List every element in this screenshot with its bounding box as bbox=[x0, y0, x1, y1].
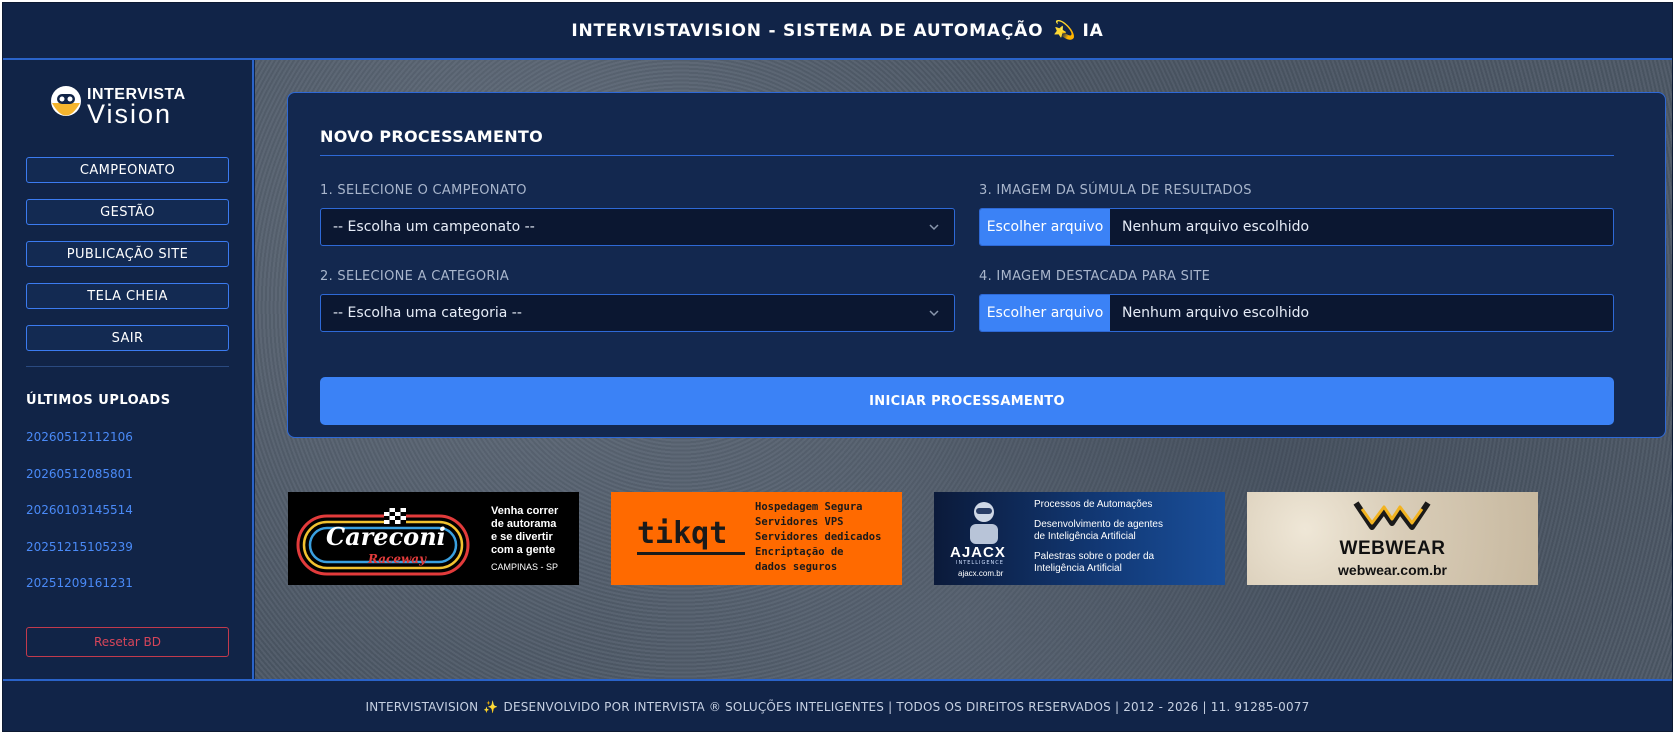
form-divider bbox=[320, 155, 1614, 156]
form-title: NOVO PROCESSAMENTO bbox=[320, 127, 544, 146]
webwear-logo-icon bbox=[1353, 501, 1431, 530]
ajacx-line: Palestras sobre o poder da bbox=[1034, 550, 1155, 562]
sidebar-divider bbox=[26, 366, 229, 367]
webwear-banner[interactable]: WEBWEAR webwear.com.br bbox=[1247, 492, 1538, 585]
featured-image-file-input[interactable]: Escolher arquivo Nenhum arquivo escolhid… bbox=[979, 294, 1614, 332]
careconi-text-line: de autorama bbox=[491, 518, 557, 530]
tikqt-line: Hospedagem Segura bbox=[755, 501, 863, 513]
footer-brand: INTERVISTAVISION bbox=[365, 700, 479, 714]
careconi-sub: Raceway bbox=[368, 552, 427, 566]
featured-image-label: 4. IMAGEM DESTACADA PARA SITE bbox=[979, 269, 1211, 284]
tikqt-logo: tikqt bbox=[637, 516, 728, 551]
sidebar: INTERVISTA Vision CAMPEONATO GESTÃO PUBL… bbox=[3, 60, 254, 679]
uploads-title: ÚLTIMOS UPLOADS bbox=[26, 393, 171, 408]
tikqt-line: dados seguros bbox=[755, 561, 838, 573]
file-name-text: Nenhum arquivo escolhido bbox=[1122, 219, 1310, 235]
upload-link[interactable]: 20251215105239 bbox=[26, 540, 133, 554]
top-header: INTERVISTAVISION - SISTEMA DE AUTOMAÇÃO … bbox=[3, 3, 1672, 60]
category-select[interactable]: -- Escolha uma categoria -- bbox=[320, 294, 955, 332]
app-title: INTERVISTAVISION - SISTEMA DE AUTOMAÇÃO bbox=[571, 20, 1044, 41]
robot-icon bbox=[970, 502, 998, 544]
choose-file-button[interactable]: Escolher arquivo bbox=[980, 295, 1110, 331]
main-content: NOVO PROCESSAMENTO 1. SELECIONE O CAMPEO… bbox=[255, 60, 1672, 679]
ajacx-site: ajacx.com.br bbox=[958, 569, 1004, 578]
footer-text: DESENVOLVIDO POR INTERVISTA ® SOLUÇÕES I… bbox=[503, 700, 1310, 714]
dizzy-icon: 💫 bbox=[1053, 20, 1077, 41]
nav-publicacao-site-button[interactable]: PUBLICAÇÃO SITE bbox=[26, 241, 229, 267]
championship-select-value: -- Escolha um campeonato -- bbox=[333, 219, 535, 235]
start-processing-button[interactable]: INICIAR PROCESSAMENTO bbox=[320, 377, 1614, 425]
choose-file-button[interactable]: Escolher arquivo bbox=[980, 209, 1110, 245]
nav-sair-button[interactable]: SAIR bbox=[26, 325, 229, 351]
app-title-suffix: IA bbox=[1082, 20, 1104, 41]
webwear-name: WEBWEAR bbox=[1339, 538, 1446, 559]
tikqt-underline bbox=[637, 552, 745, 555]
logo: INTERVISTA Vision bbox=[49, 86, 209, 129]
sparkles-icon: ✨ bbox=[483, 700, 499, 714]
tikqt-line: Servidores VPS bbox=[755, 516, 844, 528]
category-select-value: -- Escolha uma categoria -- bbox=[333, 305, 522, 321]
webwear-site: webwear.com.br bbox=[1338, 562, 1447, 578]
tikqt-line: Encriptação de bbox=[755, 546, 844, 558]
careconi-banner[interactable]: Careconi Raceway Venha correr de autoram… bbox=[288, 492, 579, 585]
ajacx-line: Inteligência Artificial bbox=[1034, 563, 1122, 574]
upload-link[interactable]: 20260103145514 bbox=[26, 503, 133, 517]
careconi-text-line: Venha correr bbox=[491, 505, 559, 517]
app-window: INTERVISTAVISION - SISTEMA DE AUTOMAÇÃO … bbox=[2, 2, 1673, 732]
ajacx-sub: INTELLIGENCE bbox=[956, 560, 1004, 566]
reset-db-button[interactable]: Resetar BD bbox=[26, 627, 229, 657]
careconi-text-line: com a gente bbox=[491, 544, 556, 556]
ajacx-line: de Inteligência Artificial bbox=[1034, 531, 1136, 542]
ajacx-line: Desenvolvimento de agentes bbox=[1034, 518, 1163, 530]
file-name-text: Nenhum arquivo escolhido bbox=[1122, 305, 1310, 321]
robot-logo-icon bbox=[51, 86, 81, 116]
results-image-label: 3. IMAGEM DA SÚMULA DE RESULTADOS bbox=[979, 183, 1252, 198]
nav-gestao-button[interactable]: GESTÃO bbox=[26, 199, 229, 225]
upload-link[interactable]: 20251209161231 bbox=[26, 576, 133, 590]
ajacx-banner[interactable]: AJACX INTELLIGENCE ajacx.com.br Processo… bbox=[934, 492, 1225, 585]
nav-tela-cheia-button[interactable]: TELA CHEIA bbox=[26, 283, 229, 309]
careconi-name: Careconi bbox=[326, 522, 446, 551]
processing-form-card: NOVO PROCESSAMENTO 1. SELECIONE O CAMPEO… bbox=[287, 92, 1666, 438]
results-image-file-input[interactable]: Escolher arquivo Nenhum arquivo escolhid… bbox=[979, 208, 1614, 246]
ajacx-line: Processos de Automações bbox=[1034, 499, 1153, 510]
ajacx-logo: AJACX bbox=[950, 544, 1006, 561]
chevron-down-icon bbox=[929, 224, 939, 231]
footer: INTERVISTAVISION ✨ DESENVOLVIDO POR INTE… bbox=[3, 679, 1672, 731]
chevron-down-icon bbox=[929, 310, 939, 317]
careconi-city: CAMPINAS - SP bbox=[491, 562, 559, 572]
careconi-text-line: e se divertir bbox=[491, 531, 553, 543]
nav-campeonato-button[interactable]: CAMPEONATO bbox=[26, 157, 229, 183]
category-label: 2. SELECIONE A CATEGORIA bbox=[320, 269, 510, 284]
upload-link[interactable]: 20260512112106 bbox=[26, 430, 133, 444]
championship-select[interactable]: -- Escolha um campeonato -- bbox=[320, 208, 955, 246]
championship-label: 1. SELECIONE O CAMPEONATO bbox=[320, 183, 527, 198]
upload-link[interactable]: 20260512085801 bbox=[26, 467, 133, 481]
logo-subtext: Vision bbox=[87, 99, 173, 129]
tikqt-line: Servidores dedicados bbox=[755, 531, 882, 543]
tikqt-banner[interactable]: tikqt Hospedagem Segura Servidores VPS S… bbox=[611, 492, 902, 585]
